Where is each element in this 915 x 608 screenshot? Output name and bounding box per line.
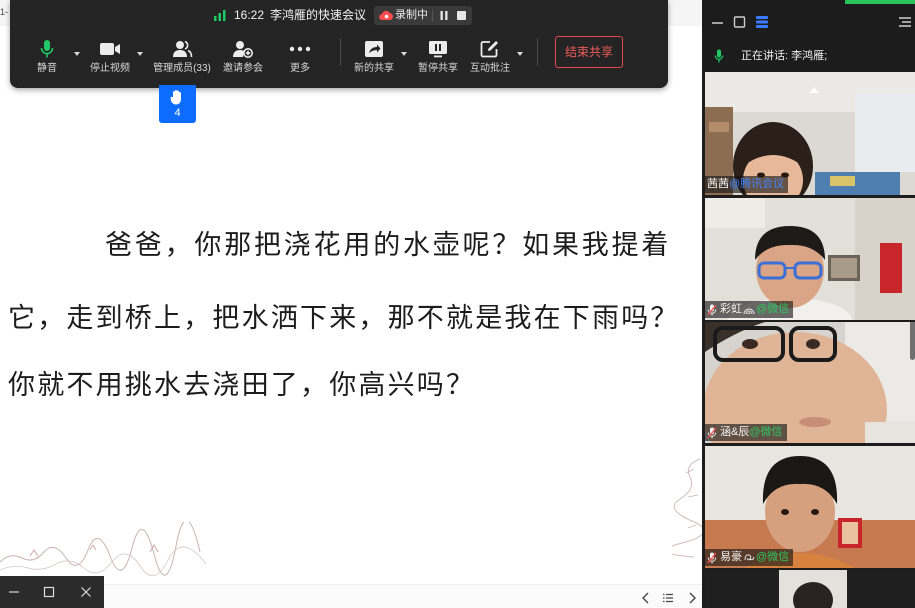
chevron-left-icon[interactable]	[640, 592, 652, 604]
toolbar-separator	[537, 38, 538, 66]
participant-name: 易豪	[720, 551, 742, 563]
participant-tag: 茜茜 @腾讯会议	[705, 176, 789, 193]
participant-name: 彩虹	[720, 303, 742, 315]
participant-source: @微信	[749, 426, 783, 438]
mic-muted-icon	[707, 427, 717, 438]
meeting-time: 16:22	[234, 8, 265, 22]
mic-muted-icon	[707, 552, 717, 563]
video-tile[interactable]: 茜茜 @腾讯会议	[705, 72, 915, 195]
top-edge-strip	[845, 0, 915, 4]
participant-source: @微信	[756, 551, 790, 563]
list-icon[interactable]	[662, 592, 674, 604]
participant-tag: 涵&辰 @微信	[705, 424, 787, 441]
panel-restore-icon[interactable]	[733, 15, 747, 29]
meeting-title: 李鸿雁的快速会议	[270, 8, 367, 22]
annotate-dropdown-caret[interactable]	[517, 52, 523, 56]
recording-label: 录制中	[395, 9, 428, 21]
microphone-icon	[17, 39, 77, 59]
camera-icon	[80, 39, 140, 59]
signal-bars-icon	[214, 10, 226, 21]
raised-hands-count: 4	[174, 107, 181, 119]
decorative-sketch-right	[672, 458, 702, 558]
more-dots-icon	[270, 39, 330, 59]
video-tile[interactable]: 易豪 @微信	[705, 446, 915, 568]
document-line-3: 你就不用挑水去浇田了，你高兴吗？	[8, 370, 476, 400]
participant-tag: 易豪 @微信	[705, 549, 794, 566]
share-dropdown-caret[interactable]	[401, 52, 407, 56]
window-controls	[0, 576, 104, 608]
chevron-right-icon[interactable]	[686, 592, 698, 604]
add-person-icon	[213, 39, 273, 59]
close-icon[interactable]	[80, 586, 92, 598]
participant-source: @腾讯会议	[729, 178, 785, 190]
gallery-layout-icon[interactable]	[755, 15, 769, 29]
document-bottom-bar	[104, 584, 702, 608]
panel-minimize-icon[interactable]	[711, 15, 725, 29]
mic-muted-icon	[707, 304, 717, 315]
recording-divider	[432, 10, 433, 21]
raised-hand-icon	[170, 90, 181, 105]
shared-screen: 1- 爸爸，你那把浇花用的水壶呢？如果我提着 它，走到桥上，把水洒下来，那不就是…	[0, 0, 702, 608]
active-speaker-row: 正在讲话: 李鸿雁;	[702, 44, 915, 68]
video-tile[interactable]: 涵&辰 @微信	[705, 322, 915, 443]
share-screen-icon	[344, 39, 404, 59]
toolbar-separator	[340, 38, 341, 66]
raised-hands-badge[interactable]: 4	[159, 85, 196, 123]
stop-recording-icon[interactable]	[457, 11, 466, 20]
stop-video-button[interactable]: 停止视频	[80, 36, 140, 80]
participant-name: 茜茜	[707, 178, 729, 190]
video-panel: 正在讲话: 李鸿雁; 茜茜 @腾讯会议 彩虹 @微信 涵&辰 @微信 易豪 @微…	[702, 0, 915, 608]
video-dropdown-caret[interactable]	[137, 52, 143, 56]
pause-screen-icon	[408, 39, 468, 59]
minimize-icon[interactable]	[8, 586, 20, 598]
panel-menu-icon[interactable]	[898, 15, 912, 29]
members-icon	[152, 39, 212, 59]
speaker-microphone-icon	[714, 49, 724, 63]
annotate-label: 互动批注	[470, 63, 510, 74]
participant-video	[779, 570, 847, 608]
more-label: 更多	[290, 63, 310, 74]
video-tile[interactable]	[705, 570, 915, 608]
annotate-button[interactable]: 互动批注	[460, 36, 520, 80]
document-line-2: 它，走到桥上，把水洒下来，那不就是我在下雨吗？	[8, 303, 680, 333]
video-list-scrollbar[interactable]	[910, 322, 915, 360]
rainbow-icon	[743, 308, 755, 315]
document-line-1: 爸爸，你那把浇花用的水壶呢？如果我提着	[105, 230, 672, 260]
end-share-button[interactable]: 结束共享	[555, 36, 623, 68]
participant-name: 涵&辰	[720, 426, 750, 438]
decorative-sketch-left	[0, 522, 207, 576]
pause-recording-icon[interactable]	[439, 10, 449, 21]
participant-tag: 彩虹 @微信	[705, 301, 794, 318]
more-button[interactable]: 更多	[270, 36, 330, 80]
active-speaker-text: 正在讲话: 李鸿雁;	[741, 50, 828, 62]
recording-badge[interactable]: 录制中	[374, 6, 472, 25]
swirl-symbol-icon	[744, 554, 755, 561]
video-tile[interactable]: 彩虹 @微信	[705, 198, 915, 320]
maximize-icon[interactable]	[43, 586, 55, 598]
participant-source: @微信	[756, 303, 790, 315]
cloud-record-icon	[379, 10, 393, 21]
annotate-pencil-icon	[460, 39, 520, 59]
meeting-toolbar: 16:22 李鸿雁的快速会议 录制中 静音 停止视频 管理成员(33) 邀请参会…	[10, 0, 668, 88]
corner-text: 1-	[0, 7, 9, 17]
new-share-button[interactable]: 新的共享	[344, 36, 404, 80]
scroll-up-icon[interactable]	[809, 87, 819, 93]
